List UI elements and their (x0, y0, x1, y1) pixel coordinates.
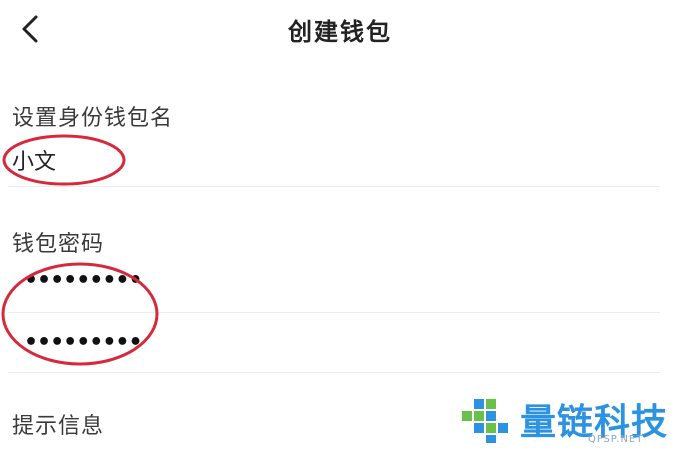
confirm-password-field[interactable]: ••••••••• (24, 330, 143, 355)
wallet-password-label: 钱包密码 (12, 232, 105, 257)
divider (8, 186, 660, 187)
header-bar: 创建钱包 (0, 0, 680, 56)
watermark-domain: QFSP.NET (588, 434, 644, 445)
page-title: 创建钱包 (288, 18, 392, 46)
password-hint-label: 提示信息 (12, 414, 105, 439)
divider (8, 312, 660, 313)
password-field[interactable]: ••••••••• (24, 268, 143, 293)
divider (8, 372, 660, 373)
watermark-logo-icon (462, 399, 508, 443)
wallet-name-label: 设置身份钱包名 (12, 106, 174, 131)
wallet-name-field[interactable]: 小文 (12, 144, 56, 176)
